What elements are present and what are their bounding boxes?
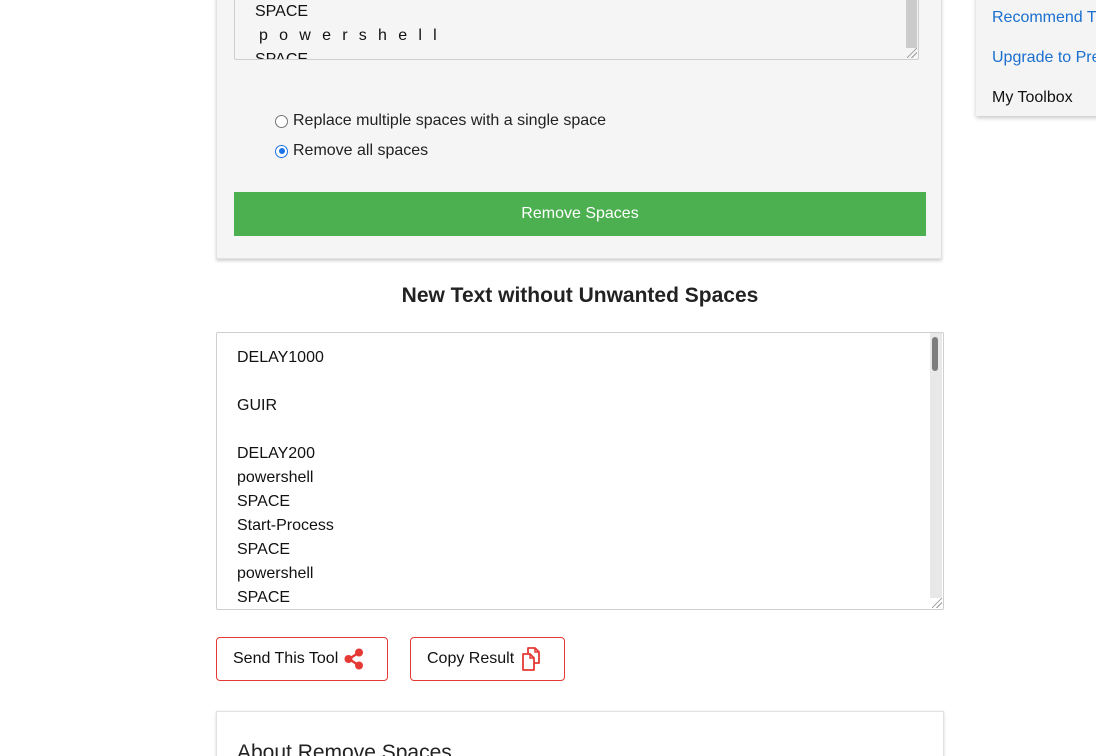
option-replace-multiple-label: Replace multiple spaces with a single sp…: [293, 112, 607, 129]
remove-spaces-tool-card: SPACE p o w e r s h e l l SPACE Replace mu…: [216, 0, 942, 259]
remove-spaces-button[interactable]: Remove Spaces: [234, 192, 926, 236]
output-text: DELAY1000 GUIR DELAY200 powershell SPACE St…: [237, 346, 334, 609]
copy-result-label: Copy Result: [427, 650, 515, 667]
radio-remove-all[interactable]: [275, 144, 288, 158]
input-textarea[interactable]: SPACE p o w e r s h e l l SPACE: [234, 0, 919, 60]
input-line: p o w e r s h e l l: [259, 27, 441, 44]
output-line: SPACE: [237, 493, 291, 510]
sidebar-menu: Recommend This Tool Upgrade to Premium M…: [976, 0, 1096, 116]
copy-result-button[interactable]: Copy Result: [410, 637, 565, 681]
output-line: DELAY200: [237, 445, 315, 462]
about-title: About Remove Spaces: [237, 741, 452, 756]
input-resize-handle[interactable]: [907, 48, 917, 58]
input-scrollbar[interactable]: [906, 0, 917, 48]
output-line: SPACE: [237, 541, 291, 558]
copy-icon: [519, 646, 545, 672]
send-this-tool-button[interactable]: Send This Tool: [216, 637, 388, 681]
send-this-tool-label: Send This Tool: [233, 650, 339, 667]
output-line: powershell: [237, 565, 314, 582]
output-line: Start-Process: [237, 517, 334, 534]
sidebar-item-recommend[interactable]: Recommend This Tool: [992, 9, 1096, 27]
share-icon: [343, 648, 365, 670]
output-line: DELAY1000: [237, 349, 324, 366]
option-replace-multiple[interactable]: Replace multiple spaces with a single sp…: [275, 112, 606, 130]
option-remove-all-label: Remove all spaces: [293, 142, 429, 159]
input-text: SPACE p o w e r s h e l l SPACE: [255, 0, 441, 60]
sidebar-item-upgrade[interactable]: Upgrade to Premium: [992, 49, 1096, 67]
output-line: SPACE: [237, 589, 291, 606]
output-line: powershell: [237, 469, 314, 486]
page: SPACE p o w e r s h e l l SPACE Replace mu…: [0, 0, 1096, 756]
input-line: SPACE: [255, 51, 309, 60]
output-resize-handle[interactable]: [932, 598, 942, 608]
output-scroll-thumb[interactable]: [932, 337, 938, 371]
option-remove-all[interactable]: Remove all spaces: [275, 142, 428, 160]
input-line: SPACE: [255, 3, 309, 20]
sidebar-item-my-toolbox[interactable]: My Toolbox: [992, 89, 1073, 107]
about-card: About Remove Spaces: [216, 711, 944, 756]
radio-replace-multiple[interactable]: [275, 114, 288, 128]
output-scrollbar[interactable]: [930, 333, 942, 598]
output-section-title: New Text without Unwanted Spaces: [401, 284, 759, 307]
output-line: GUIR: [237, 397, 277, 414]
output-textarea[interactable]: DELAY1000 GUIR DELAY200 powershell SPACE St…: [216, 332, 944, 610]
